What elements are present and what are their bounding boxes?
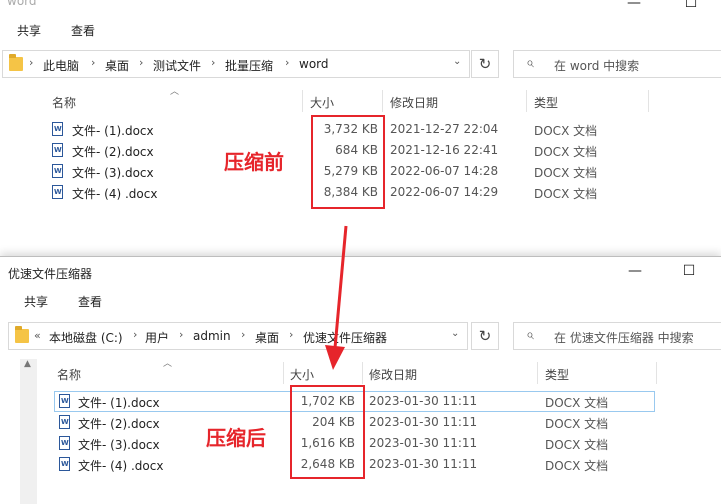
arrow-head	[325, 345, 345, 370]
arrow-overlay	[325, 225, 348, 370]
arrow-shaft	[333, 225, 348, 349]
